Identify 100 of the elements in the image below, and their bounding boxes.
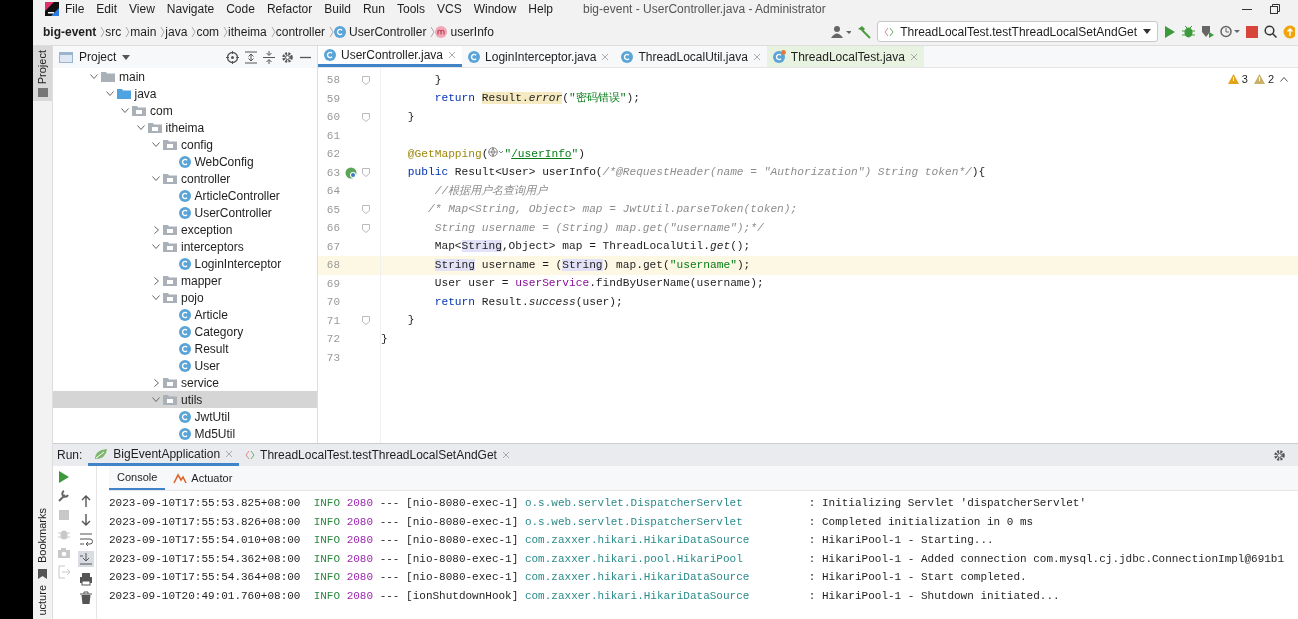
tree-item[interactable]: JwtUtil	[53, 408, 317, 425]
globe-icon[interactable]	[488, 146, 505, 157]
breadcrumb[interactable]: big-event	[43, 22, 97, 41]
code-line: @GetMapping( "/userInfo")	[406, 145, 586, 162]
code-line: public Result<User> userInfo(/*@RequestHeader(name = "Authorization") String token*/){	[406, 165, 986, 181]
breadcrumb[interactable]: controller	[275, 22, 326, 41]
run-config-dropdown[interactable]: ThreadLocalTest.testThreadLocalSetAndGet	[877, 21, 1158, 42]
bookmark-icon	[38, 569, 47, 580]
menu-item[interactable]: Tools	[390, 0, 431, 18]
scroll-to-end-icon[interactable]	[77, 551, 94, 567]
editor-tab[interactable]: ThreadLocalUtil.java	[615, 46, 767, 67]
profiler-icon[interactable]	[1220, 25, 1240, 38]
tool-window-tab[interactable]: ucture	[34, 585, 51, 616]
editor-tab[interactable]: LoginInterceptor.java	[462, 46, 616, 67]
tree-item[interactable]: Md5Util	[53, 425, 317, 442]
coverage-icon[interactable]	[1201, 25, 1214, 38]
trash-icon[interactable]	[78, 591, 93, 605]
panel-title[interactable]: Project	[79, 48, 117, 66]
tree-item[interactable]: com	[53, 102, 317, 119]
endpoint-icon[interactable]	[345, 166, 357, 179]
breadcrumb[interactable]: userInfo	[450, 22, 494, 41]
tree-item[interactable]: config	[53, 136, 317, 153]
menu-item[interactable]: Code	[220, 0, 261, 18]
tree-item[interactable]: main	[53, 68, 317, 85]
folder-icon	[37, 88, 48, 98]
breadcrumb[interactable]: main	[130, 22, 157, 41]
line-number: 58	[325, 73, 340, 88]
close-icon	[501, 451, 510, 459]
close-icon	[909, 52, 918, 61]
chevron-up-icon[interactable]	[1280, 76, 1288, 82]
chevron-icon	[191, 25, 197, 38]
tree-item[interactable]: ArticleController	[53, 187, 317, 204]
wrench-icon[interactable]	[57, 489, 71, 503]
breadcrumb[interactable]: com	[196, 22, 220, 41]
line-number: 68	[325, 258, 340, 273]
menu-item[interactable]: File	[59, 0, 91, 18]
tree-item[interactable]: Result	[53, 340, 317, 357]
tree-item[interactable]: UserController	[53, 204, 317, 221]
console-tab[interactable]: Console	[109, 466, 166, 490]
tree-item[interactable]: User	[53, 357, 317, 374]
console-tab[interactable]: Actuator	[165, 466, 241, 490]
tree-item[interactable]: java	[53, 85, 317, 102]
line-number: 61	[325, 128, 340, 144]
debug-icon[interactable]	[1182, 25, 1195, 38]
tree-item[interactable]: Category	[53, 323, 317, 340]
tree-item[interactable]: controller	[53, 170, 317, 187]
restore-icon[interactable]	[1270, 4, 1280, 14]
search-icon[interactable]	[1264, 25, 1277, 38]
tool-window-tab[interactable]: Project	[33, 46, 52, 102]
chevron-icon	[100, 25, 106, 38]
tree-item[interactable]: LoginInterceptor	[53, 255, 317, 272]
log-line: 2023-09-10T17:55:53.826+08:00 INFO 2080 --- [nio-8080-exec-1] o.s.web.servlet.DispatcherServlet : Completed initialization in 0 ms	[109, 514, 1035, 530]
stop-icon[interactable]	[1246, 25, 1258, 38]
tree-item[interactable]: WebConfig	[53, 153, 317, 170]
collapse-all-icon[interactable]	[263, 50, 275, 64]
package-icon	[163, 292, 177, 303]
breadcrumb[interactable]: java	[165, 22, 188, 41]
tree-item[interactable]: pojo	[53, 289, 317, 306]
code-line: //根据用户名查询用户	[433, 183, 548, 199]
line-number: 70	[325, 295, 340, 310]
rerun-icon[interactable]	[57, 470, 71, 484]
tool-window-tab[interactable]: Bookmarks	[34, 508, 51, 564]
caret-icon[interactable]	[122, 54, 131, 60]
tree-item[interactable]: service	[53, 374, 317, 391]
hammer-icon[interactable]	[857, 24, 872, 39]
breadcrumb[interactable]: itheima	[228, 22, 267, 41]
chevron-right-icon	[153, 276, 159, 285]
tree-item[interactable]: mapper	[53, 272, 317, 289]
menu-item[interactable]: Edit	[90, 0, 124, 18]
run-icon[interactable]	[1164, 25, 1176, 38]
menu-item[interactable]: Help	[522, 0, 560, 18]
tree-item[interactable]: exception	[53, 221, 317, 238]
soft-wrap-icon[interactable]	[78, 532, 93, 546]
breadcrumb[interactable]: UserController	[349, 22, 427, 41]
folder-icon	[116, 88, 131, 99]
tree-item[interactable]: utils	[53, 391, 317, 408]
expand-all-icon[interactable]	[245, 50, 257, 64]
run-tab[interactable]: ThreadLocalTest.testThreadLocalSetAndGet	[239, 444, 516, 466]
menu-item[interactable]: Navigate	[160, 0, 221, 18]
user-icon[interactable]	[831, 24, 852, 39]
menu-item[interactable]: View	[123, 0, 161, 18]
menu-item[interactable]: VCS	[430, 0, 468, 18]
menu-item[interactable]: Window	[467, 0, 523, 18]
line-number: 67	[325, 239, 340, 255]
chevron-icon	[329, 25, 335, 38]
code-line: /* Map<String, Object> map = JwtUtil.parseToken(token);	[427, 202, 798, 218]
editor-tab[interactable]: UserController.java	[318, 46, 463, 67]
tree-item[interactable]: itheima	[53, 119, 317, 136]
menu-item[interactable]: Run	[356, 0, 391, 18]
tree-item[interactable]: interceptors	[53, 238, 317, 255]
code-line: return Result.success(user);	[433, 294, 623, 310]
menu-item[interactable]: Build	[318, 0, 357, 18]
editor-tab[interactable]: ThreadLocalTest.java	[766, 46, 924, 67]
target-icon[interactable]	[226, 50, 239, 64]
tree-item[interactable]: Article	[53, 306, 317, 323]
breadcrumb[interactable]: src	[105, 22, 122, 41]
menu-item[interactable]: Refactor	[260, 0, 319, 18]
print-icon[interactable]	[78, 572, 93, 586]
settings-icon[interactable]	[281, 50, 294, 64]
settings-icon[interactable]	[1273, 448, 1286, 462]
